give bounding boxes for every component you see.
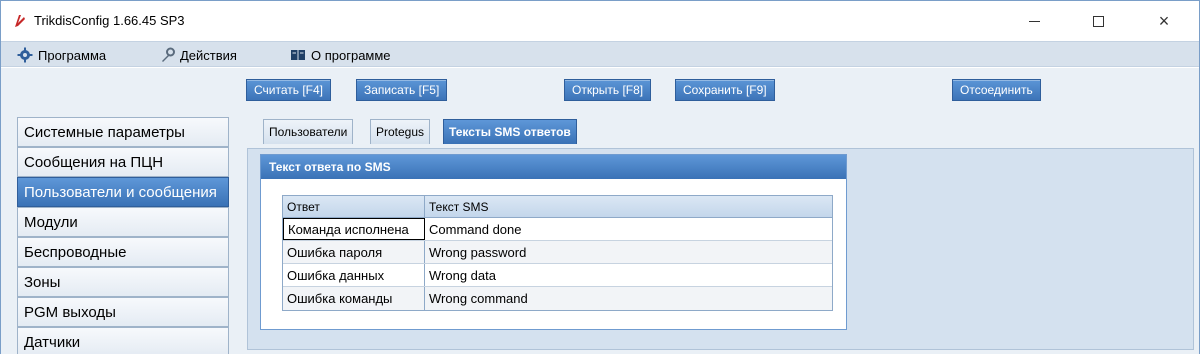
title-bar: TrikdisConfig 1.66.45 SP3 × <box>1 1 1199 41</box>
sms-text-cell[interactable]: Wrong data <box>425 264 832 286</box>
write-button[interactable]: Записать [F5] <box>356 79 448 101</box>
sidebar-item-users[interactable]: Пользователи и сообщения <box>17 177 229 207</box>
maximize-button[interactable] <box>1075 1 1121 41</box>
sidebar-item-system[interactable]: Системные параметры <box>17 117 229 147</box>
tab-protegus[interactable]: Protegus <box>370 119 431 144</box>
disconnect-button[interactable]: Отсоединить <box>952 79 1041 101</box>
sidebar-item-modules[interactable]: Модули <box>17 207 229 237</box>
menu-program-label: Программа <box>38 47 107 63</box>
reply-name-cell[interactable]: Ошибка пароля <box>283 241 425 263</box>
table-row[interactable]: Ошибка команды Wrong command <box>283 287 832 310</box>
tab-users[interactable]: Пользователи <box>263 119 354 144</box>
sms-text-cell[interactable]: Wrong command <box>425 287 832 310</box>
sidebar-item-sensors[interactable]: Датчики <box>17 327 229 354</box>
maximize-icon <box>1092 15 1104 27</box>
menu-about-label: О программе <box>311 47 391 63</box>
close-icon: × <box>1158 10 1170 31</box>
sms-text-cell[interactable]: Wrong password <box>425 241 832 263</box>
menu-about[interactable]: О программе <box>290 46 391 64</box>
menu-actions-label: Действия <box>180 47 237 63</box>
group-title: Текст ответа по SMS <box>261 155 846 179</box>
table-row[interactable]: Ошибка пароля Wrong password <box>283 241 832 264</box>
save-button[interactable]: Сохранить [F9] <box>675 79 775 101</box>
minimize-icon <box>1028 20 1040 22</box>
reply-name-cell[interactable]: Ошибка данных <box>283 264 425 286</box>
window-title: TrikdisConfig 1.66.45 SP3 <box>34 13 185 28</box>
reply-name-cell[interactable]: Ошибка команды <box>283 287 425 310</box>
app-logo-icon <box>15 15 25 27</box>
wrench-icon <box>162 47 175 62</box>
sidebar-item-messages[interactable]: Сообщения на ПЦН <box>17 147 229 177</box>
column-header-reply: Ответ <box>283 196 425 217</box>
menu-program[interactable]: Программа <box>17 46 106 64</box>
book-icon <box>291 50 305 60</box>
sidebar-item-pgm[interactable]: PGM выходы <box>17 297 229 327</box>
sidebar-item-zones[interactable]: Зоны <box>17 267 229 297</box>
table-row[interactable]: Команда исполнена Command done <box>283 218 832 241</box>
gear-icon <box>17 47 33 63</box>
table-header-row: Ответ Текст SMS <box>283 196 832 218</box>
menu-actions[interactable]: Действия <box>159 46 237 64</box>
table-row[interactable]: Ошибка данных Wrong data <box>283 264 832 287</box>
sms-text-cell[interactable]: Command done <box>425 218 832 240</box>
sidebar-item-wireless[interactable]: Беспроводные <box>17 237 229 267</box>
sms-reply-table: Ответ Текст SMS Команда исполнена Comman… <box>282 195 833 311</box>
menu-bar: Программа Действия О программе <box>1 41 1199 67</box>
read-button[interactable]: Считать [F4] <box>246 79 332 101</box>
close-button[interactable]: × <box>1141 1 1187 41</box>
open-button[interactable]: Открыть [F8] <box>564 79 652 101</box>
reply-name-cell[interactable]: Команда исполнена <box>283 218 425 240</box>
minimize-button[interactable] <box>1011 1 1057 41</box>
column-header-sms-text: Текст SMS <box>429 199 489 214</box>
app-window: TrikdisConfig 1.66.45 SP3 × Программа Де… <box>0 0 1200 354</box>
tab-sms-replies[interactable]: Тексты SMS ответов <box>443 119 577 144</box>
